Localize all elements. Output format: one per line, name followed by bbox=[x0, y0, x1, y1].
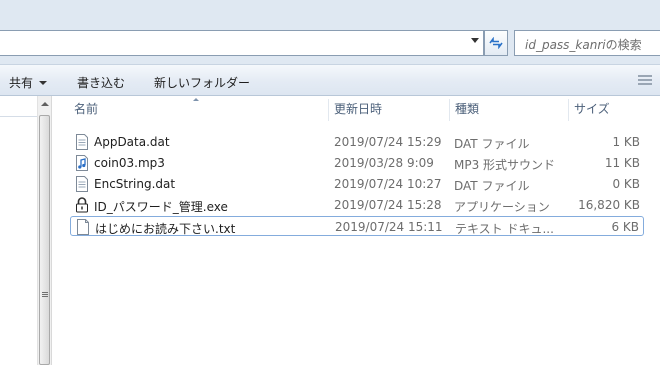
grip-icon bbox=[42, 292, 48, 299]
document-icon bbox=[76, 176, 88, 192]
sort-ascending-icon bbox=[193, 98, 199, 101]
file-name: AppData.dat bbox=[94, 135, 170, 149]
file-date: 2019/07/24 15:29 bbox=[334, 135, 442, 149]
file-row[interactable]: ID_パスワード_管理.exe 2019/07/24 15:28 アプリケーショ… bbox=[70, 195, 644, 215]
file-type: DAT ファイル bbox=[454, 179, 530, 193]
divider[interactable] bbox=[328, 99, 329, 121]
file-size: 6 KB bbox=[611, 220, 639, 234]
file-size: 16,820 KB bbox=[578, 198, 640, 212]
file-row[interactable]: EncString.dat 2019/07/24 10:27 DAT ファイル … bbox=[70, 174, 644, 194]
document-icon bbox=[76, 134, 88, 150]
view-options-icon[interactable] bbox=[638, 75, 652, 86]
divider[interactable] bbox=[449, 99, 450, 121]
navigation-pane bbox=[0, 96, 52, 365]
scrollbar-thumb[interactable] bbox=[39, 115, 50, 365]
file-size: 0 KB bbox=[612, 177, 640, 191]
divider bbox=[0, 116, 37, 117]
address-bar[interactable] bbox=[0, 30, 484, 56]
share-button[interactable]: 共有 bbox=[9, 74, 48, 91]
file-size: 11 KB bbox=[604, 156, 640, 170]
file-name: はじめにお読み下さい.txt bbox=[95, 222, 236, 236]
chevron-down-icon bbox=[39, 81, 48, 85]
file-row[interactable]: はじめにお読み下さい.txt 2019/07/24 15:11 テキスト ドキュ… bbox=[70, 216, 644, 236]
refresh-button[interactable] bbox=[484, 30, 508, 56]
file-name: coin03.mp3 bbox=[94, 156, 165, 170]
file-size: 1 KB bbox=[612, 135, 640, 149]
file-row[interactable]: AppData.dat 2019/07/24 15:29 DAT ファイル 1 … bbox=[70, 132, 644, 152]
nav-scrollbar[interactable] bbox=[37, 96, 51, 365]
file-date: 2019/07/24 15:11 bbox=[335, 220, 443, 234]
scroll-up-icon[interactable] bbox=[41, 102, 49, 106]
file-date: 2019/07/24 10:27 bbox=[334, 177, 442, 191]
file-name: EncString.dat bbox=[94, 177, 176, 191]
column-header-size[interactable]: サイズ bbox=[574, 100, 610, 122]
file-row[interactable]: coin03.mp3 2019/03/28 9:09 MP3 形式サウンド 11… bbox=[70, 153, 644, 173]
file-name: ID_パスワード_管理.exe bbox=[94, 200, 228, 214]
new-folder-button[interactable]: 新しいフォルダー bbox=[154, 74, 250, 91]
divider[interactable] bbox=[568, 99, 569, 121]
file-type: MP3 形式サウンド bbox=[454, 158, 556, 172]
text-file-icon bbox=[77, 219, 89, 235]
search-input[interactable]: id_pass_kanriの検索 bbox=[514, 30, 660, 56]
burn-button[interactable]: 書き込む bbox=[77, 74, 125, 91]
lock-app-icon bbox=[76, 197, 88, 213]
file-type: テキスト ドキュ... bbox=[455, 222, 554, 236]
refresh-icon bbox=[489, 37, 503, 49]
file-type: DAT ファイル bbox=[454, 137, 530, 151]
column-header-date[interactable]: 更新日時 bbox=[334, 100, 382, 122]
audio-file-icon bbox=[76, 155, 88, 171]
file-type: アプリケーション bbox=[454, 200, 550, 214]
file-date: 2019/03/28 9:09 bbox=[334, 156, 434, 170]
search-placeholder: id_pass_kanriの検索 bbox=[525, 38, 642, 52]
chevron-down-icon[interactable] bbox=[471, 38, 479, 43]
command-bar: 共有 書き込む 新しいフォルダー bbox=[0, 64, 660, 96]
column-header-name[interactable]: 名前 bbox=[74, 100, 98, 122]
file-date: 2019/07/24 15:28 bbox=[334, 198, 442, 212]
column-header-type[interactable]: 種類 bbox=[455, 100, 479, 122]
